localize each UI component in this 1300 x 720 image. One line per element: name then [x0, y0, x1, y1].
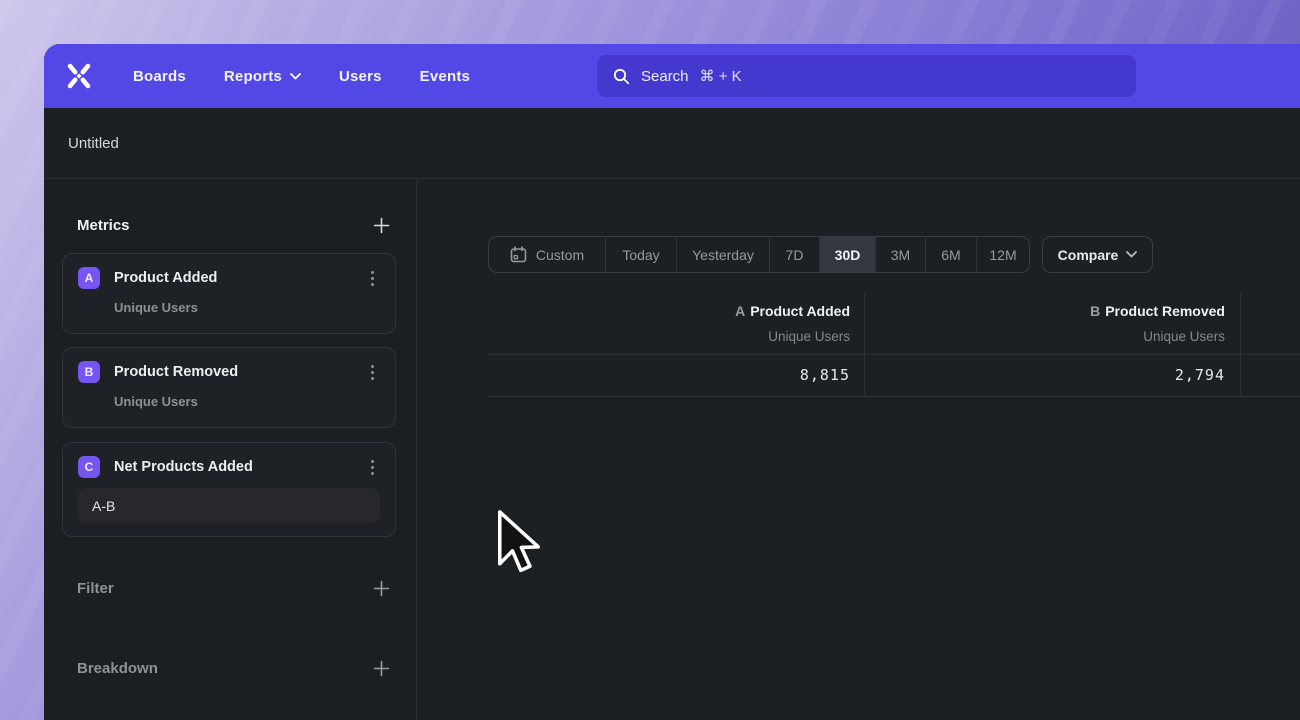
date-range-label: 3M: [891, 247, 910, 263]
nav-item-boards[interactable]: Boards: [133, 68, 186, 85]
filter-label: Filter: [77, 580, 114, 597]
date-range-custom[interactable]: Custom: [489, 237, 606, 272]
search-placeholder: Search: [641, 68, 689, 85]
metric-measurement[interactable]: Unique Users: [114, 394, 380, 409]
date-range-label: 30D: [835, 247, 861, 263]
chevron-down-icon: [290, 73, 301, 80]
add-breakdown-icon[interactable]: [373, 660, 390, 677]
date-range-label: 12M: [989, 247, 1016, 263]
column-name: Product Removed: [1105, 303, 1225, 319]
filter-section: Filter: [44, 576, 416, 600]
compare-button[interactable]: Compare: [1042, 236, 1153, 273]
search-icon: [613, 68, 630, 85]
column-name: Product Added: [750, 303, 850, 319]
date-range-6m[interactable]: 6M: [926, 237, 977, 272]
nav-item-label: Boards: [133, 68, 186, 85]
nav-item-label: Events: [420, 68, 470, 85]
chevron-down-icon: [1126, 251, 1137, 258]
results-panel: Custom Today Yesterday 7D 30D 3M 6M 12M …: [417, 179, 1300, 719]
date-range-7d[interactable]: 7D: [770, 237, 820, 272]
report-title[interactable]: Untitled: [68, 135, 119, 152]
date-range-label: Custom: [536, 247, 584, 263]
report-titlebar: Untitled: [44, 108, 1300, 179]
date-range-12m[interactable]: 12M: [977, 237, 1029, 272]
date-range-label: 6M: [941, 247, 960, 263]
nav-item-reports[interactable]: Reports: [224, 68, 301, 85]
metric-name[interactable]: Product Removed: [114, 364, 350, 380]
nav-item-users[interactable]: Users: [339, 68, 382, 85]
metric-letter-badge: B: [78, 361, 100, 383]
column-subtitle: Unique Users: [530, 327, 850, 347]
nav-menu: Boards Reports Users Events: [133, 68, 470, 85]
top-navbar: Boards Reports Users Events Search: [44, 44, 1300, 108]
table-column-header-a: A Product Added Unique Users: [530, 301, 850, 347]
column-letter: A: [735, 303, 745, 319]
metrics-header: Metrics: [44, 214, 416, 236]
breakdown-label: Breakdown: [77, 660, 158, 677]
nav-item-label: Reports: [224, 68, 282, 85]
metrics-label: Metrics: [77, 217, 130, 234]
compare-label: Compare: [1058, 247, 1119, 263]
metric-name[interactable]: Product Added: [114, 270, 350, 286]
search-shortcut-hint: ⌘ + K: [700, 67, 742, 85]
desktop-background: Boards Reports Users Events Search: [0, 0, 1300, 720]
calendar-icon: [510, 246, 527, 263]
table-column-header-b: B Product Removed Unique Users: [905, 301, 1225, 347]
metric-letter-badge: A: [78, 267, 100, 289]
metric-card-product-removed[interactable]: B Product Removed Unique Users: [62, 347, 396, 428]
metric-card-net-products-added[interactable]: C Net Products Added A-B: [62, 442, 396, 537]
metric-card-product-added[interactable]: A Product Added Unique Users: [62, 253, 396, 334]
table-value-a: 8,815: [530, 365, 850, 385]
date-range-label: 7D: [786, 247, 804, 263]
date-range-3m[interactable]: 3M: [876, 237, 926, 272]
kebab-menu-icon[interactable]: [364, 269, 380, 287]
nav-item-events[interactable]: Events: [420, 68, 470, 85]
date-range-yesterday[interactable]: Yesterday: [677, 237, 770, 272]
formula-input[interactable]: A-B: [78, 488, 380, 523]
table-bottom-divider: [488, 396, 1300, 397]
metric-letter-badge: C: [78, 456, 100, 478]
nav-item-label: Users: [339, 68, 382, 85]
app-window: Boards Reports Users Events Search: [44, 44, 1300, 720]
table-column-divider: [864, 292, 865, 396]
table-column-divider: [1240, 292, 1241, 396]
kebab-menu-icon[interactable]: [364, 458, 380, 476]
date-range-today[interactable]: Today: [606, 237, 677, 272]
kebab-menu-icon[interactable]: [364, 363, 380, 381]
metric-name[interactable]: Net Products Added: [114, 459, 350, 475]
table-value-b: 2,794: [905, 365, 1225, 385]
column-letter: B: [1090, 303, 1100, 319]
metric-measurement[interactable]: Unique Users: [114, 300, 380, 315]
add-metric-icon[interactable]: [373, 217, 390, 234]
column-subtitle: Unique Users: [905, 327, 1225, 347]
date-range-30d-selected[interactable]: 30D: [820, 237, 876, 272]
search-input[interactable]: Search ⌘ + K: [597, 55, 1136, 97]
formula-value: A-B: [92, 498, 115, 514]
date-range-label: Today: [622, 247, 659, 263]
date-range-control: Custom Today Yesterday 7D 30D 3M 6M 12M: [488, 236, 1030, 273]
query-builder-sidebar: Metrics A Product Added Unique Users: [44, 179, 417, 719]
mixpanel-logo-icon[interactable]: [63, 60, 95, 92]
table-header-divider: [488, 354, 1300, 355]
date-range-label: Yesterday: [692, 247, 754, 263]
add-filter-icon[interactable]: [373, 580, 390, 597]
breakdown-section: Breakdown: [44, 656, 416, 680]
